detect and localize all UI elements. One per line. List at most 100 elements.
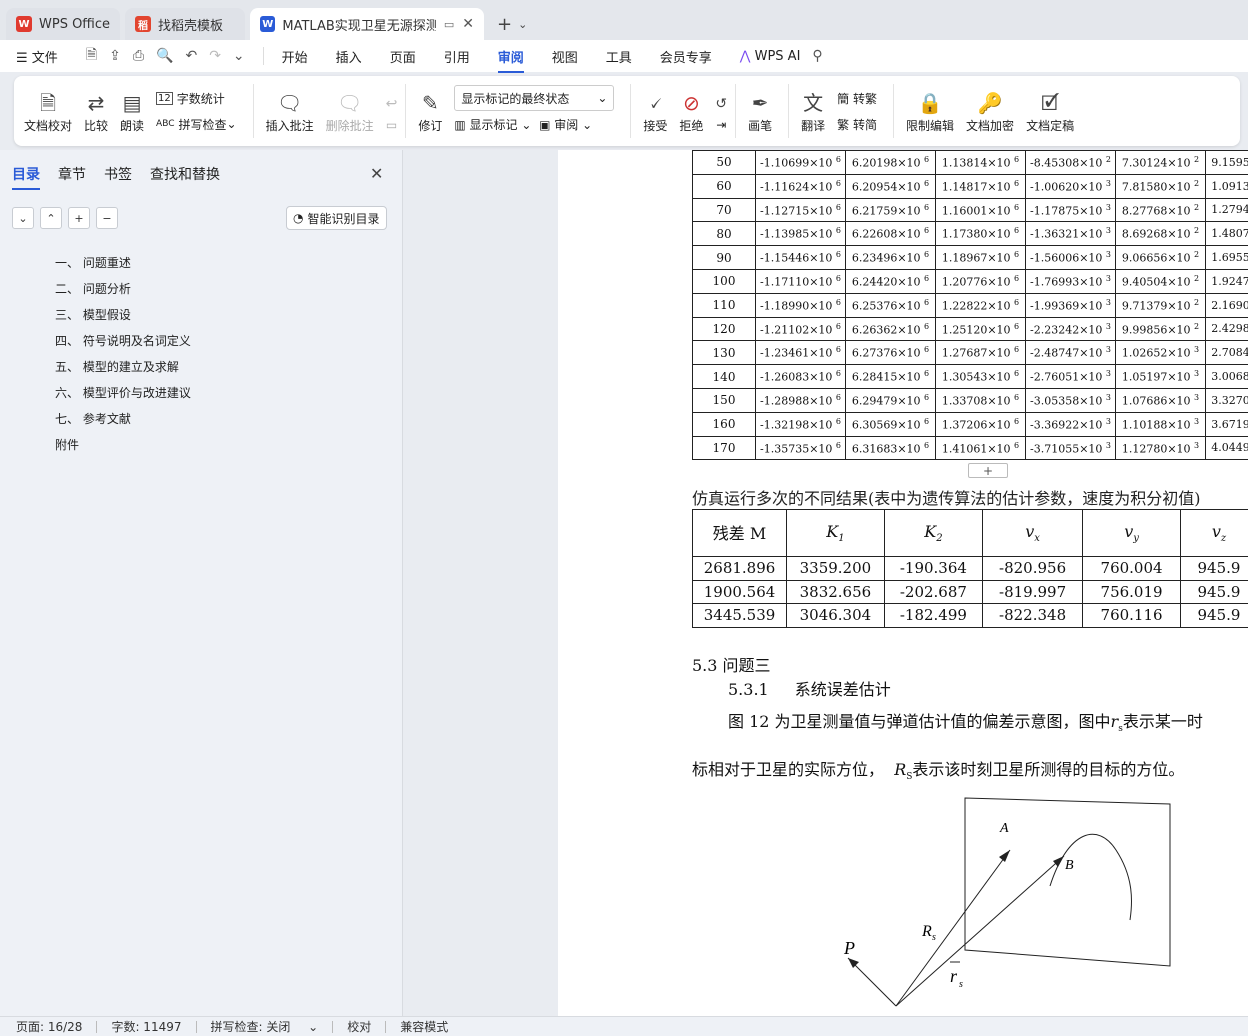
more-quick-actions-icon[interactable]: ⌄ <box>233 48 245 64</box>
monitor-icon[interactable]: ▭ <box>444 18 454 31</box>
menu-references[interactable]: 引用 <box>444 47 470 66</box>
menu-insert[interactable]: 插入 <box>336 47 362 66</box>
chevron-down-icon[interactable]: ⌄ <box>518 18 527 31</box>
expand-all-button[interactable]: ⌄ <box>12 207 34 229</box>
menu-review[interactable]: 审阅 <box>497 47 524 73</box>
remove-heading-button[interactable]: − <box>96 207 118 229</box>
table-header-cell: 残差 M <box>691 509 788 557</box>
word-count-button[interactable]: 12 字数统计 <box>156 85 237 111</box>
table-cell: -1.00620×10 3 <box>1025 173 1116 199</box>
toc-item[interactable]: 七、 参考文献 <box>55 406 191 432</box>
to-simplified-button[interactable]: 繁 转简 <box>837 111 877 137</box>
tab-bookmarks[interactable]: 书签 <box>104 164 132 190</box>
doc-check-button[interactable]: 🗎 文档校对 <box>24 89 72 134</box>
label-a: A <box>999 821 1009 836</box>
tab-current-document[interactable]: W MATLAB实现卫星无源探测的飞 ▭ ✕ <box>250 8 485 40</box>
table-cell: -1.15446×10 6 <box>755 245 846 270</box>
restrict-edit-button[interactable]: 🔒 限制编辑 <box>906 89 954 134</box>
file-menu[interactable]: ☰ 文件 <box>16 47 58 66</box>
proofread-indicator[interactable]: 校对 <box>347 1018 371 1035</box>
to-traditional-button[interactable]: 簡 转繁 <box>837 85 877 111</box>
toc-item[interactable]: 四、 符号说明及名词定义 <box>55 328 191 354</box>
insert-comment-button[interactable]: 🗨 插入批注 <box>266 89 314 134</box>
toc-item[interactable]: 二、 问题分析 <box>55 276 191 302</box>
table-cell: 140 <box>692 364 756 389</box>
change-nav-buttons[interactable]: ↺ ⇥ <box>715 90 727 132</box>
print-preview-icon[interactable]: 🔍 <box>156 48 173 64</box>
read-aloud-button[interactable]: ▤ 朗读 <box>120 89 144 134</box>
document-canvas[interactable]: 50 -1.10699×10 6 6.20198×10 6 1.13814×10 6-… <box>403 150 1248 1016</box>
tab-toc[interactable]: 目录 <box>12 164 40 190</box>
table-cell: 6.29479×10 6 <box>845 387 936 413</box>
redo-icon[interactable]: ↷ <box>209 48 221 64</box>
document-page[interactable]: 50 -1.10699×10 6 6.20198×10 6 1.13814×10 6-… <box>558 150 1248 1016</box>
add-heading-button[interactable]: + <box>68 207 90 229</box>
tab-wps-office[interactable]: W WPS Office <box>6 8 121 40</box>
accept-button[interactable]: 🗸 接受 <box>643 89 667 134</box>
tab-find-replace[interactable]: 查找和替换 <box>150 164 220 190</box>
toc-item[interactable]: 五、 模型的建立及求解 <box>55 354 191 380</box>
review-pane-icon: ▣ <box>539 117 551 132</box>
track-changes-button[interactable]: ✎ 修订 <box>418 89 442 134</box>
undo-icon[interactable]: ↶ <box>185 48 197 64</box>
table-cell: 3445.539 <box>691 603 788 628</box>
finalize-button[interactable]: 🗹 文档定稿 <box>1026 89 1074 134</box>
spell-check-button[interactable]: ABC 拼写检查 ⌄ <box>156 111 237 137</box>
docer-logo-icon: 稻 <box>135 16 152 32</box>
table-cell: 150 <box>692 387 756 413</box>
wps-ai-button[interactable]: ⋀ WPS AI <box>740 49 801 64</box>
table-cell: -1.12715×10 6 <box>755 197 846 223</box>
menu-page[interactable]: 页面 <box>390 47 416 66</box>
toc-item[interactable]: 附件 <box>55 432 191 458</box>
menu-home[interactable]: 开始 <box>282 47 308 66</box>
translate-button[interactable]: 文翻译 <box>801 89 825 134</box>
table-cell: -1.36321×10 3 <box>1025 221 1116 247</box>
compare-button[interactable]: ⇄ 比较 <box>84 89 108 134</box>
table-cell: 6.26362×10 6 <box>845 316 936 342</box>
page-indicator[interactable]: 页面: 16/28 <box>16 1018 82 1035</box>
table-cell: 60 <box>692 173 756 199</box>
table-cell: 70 <box>692 197 756 223</box>
review-pane-button[interactable]: ▣ 审阅 ⌄ <box>539 116 592 133</box>
menu-member[interactable]: 会员专享 <box>660 47 712 66</box>
word-doc-icon: W <box>260 16 276 32</box>
menu-tools[interactable]: 工具 <box>606 47 632 66</box>
data-table: 50 -1.10699×10 6 6.20198×10 6 1.13814×10 6-… <box>692 150 1248 461</box>
table-row: 160 -1.32198×10 6 6.30569×10 6 1.37206×10 6… <box>692 411 1248 437</box>
tab-docer-templates[interactable]: 稻 找稻壳模板 <box>125 8 246 40</box>
table-cell: -822.348 <box>982 603 1084 628</box>
table-header-cell: K1 <box>786 509 885 557</box>
pen-button[interactable]: ✒ 画笔 <box>748 89 772 134</box>
tab-sections[interactable]: 章节 <box>58 164 86 190</box>
close-pane-icon[interactable]: ✕ <box>370 164 383 183</box>
search-icon[interactable]: ⚲ <box>812 48 822 64</box>
menu-view[interactable]: 视图 <box>552 47 578 66</box>
reject-button[interactable]: ⊘ 拒绝 <box>679 89 703 134</box>
export-pdf-icon[interactable]: ⇪ <box>109 48 121 64</box>
table-row: 1900.564 3832.656 -202.687 -819.997 756.019 9… <box>691 579 1248 604</box>
print-icon[interactable]: ⎙ <box>133 48 144 64</box>
spell-check-icon: ABC <box>156 119 175 129</box>
word-count-indicator[interactable]: 字数: 11497 <box>111 1018 181 1035</box>
toc-item[interactable]: 三、 模型假设 <box>55 302 191 328</box>
delete-comment-button[interactable]: 🗨 删除批注 <box>326 89 374 134</box>
smart-toc-button[interactable]: ◔ 智能识别目录 <box>286 206 387 230</box>
table-header-cell: vz <box>1179 509 1248 557</box>
close-tab-icon[interactable]: ✕ <box>462 16 474 32</box>
collapse-all-button[interactable]: ⌃ <box>40 207 62 229</box>
show-markup-button[interactable]: ▥ 显示标记 ⌄ <box>454 116 531 133</box>
comment-nav-buttons[interactable]: ↩ ▭ <box>386 90 398 132</box>
add-row-button[interactable]: + <box>968 463 1008 478</box>
encrypt-button[interactable]: 🔑 文档加密 <box>966 89 1014 134</box>
toc-item[interactable]: 六、 模型评价与改进建议 <box>55 380 191 406</box>
new-tab-button[interactable]: + ⌄ <box>489 8 535 40</box>
markup-state-select[interactable]: 显示标记的最终状态 ⌄ <box>454 85 615 111</box>
bias-diagram: A B P R s r s S <box>843 797 1171 1007</box>
toc-item[interactable]: 一、 问题重述 <box>55 250 191 276</box>
subsection-heading: 5.3.1 系统误差估计 <box>728 680 891 699</box>
table-cell: -820.956 <box>982 556 1084 581</box>
spell-check-indicator[interactable]: 拼写检查: 关闭 ⌄ <box>211 1018 319 1035</box>
table-row: 150 -1.28988×10 6 6.29479×10 6 1.33708×10 6… <box>692 387 1248 413</box>
save-icon[interactable]: 🗎 <box>86 44 97 68</box>
table-cell: 6.20198×10 6 <box>845 150 936 175</box>
